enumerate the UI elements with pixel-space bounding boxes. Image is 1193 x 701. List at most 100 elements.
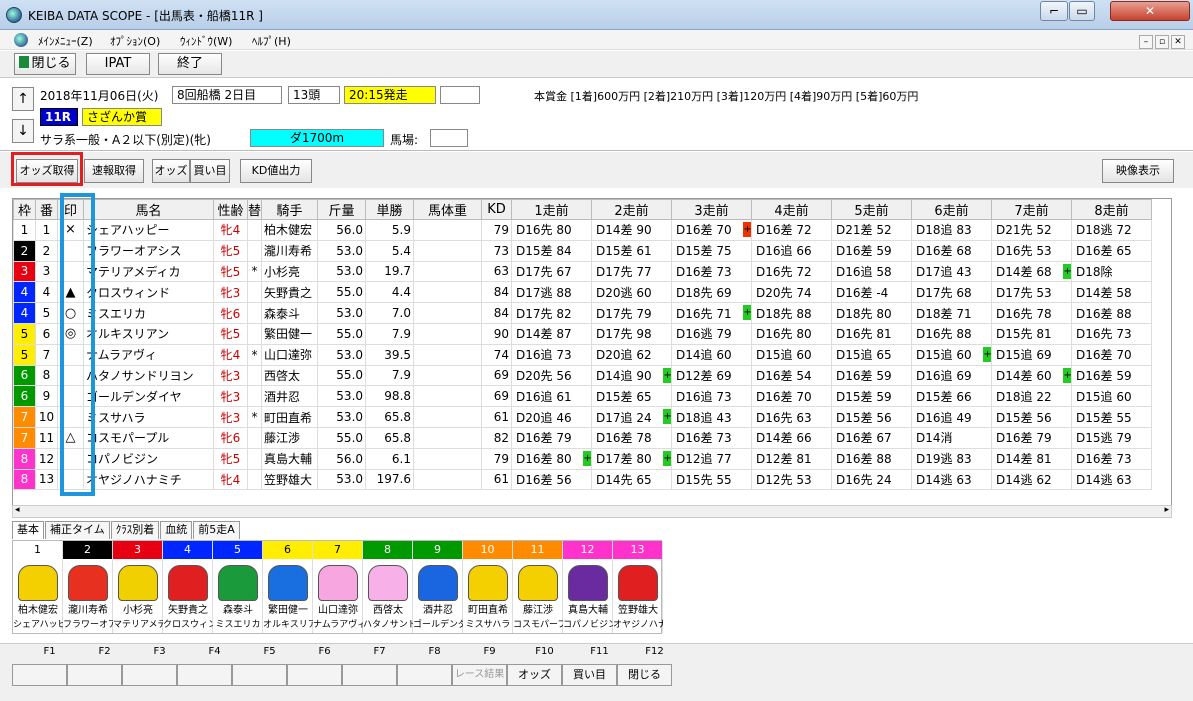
fkey-button[interactable]: 閉じる xyxy=(617,664,672,686)
table-row[interactable]: 7 10 ミスサハラ 牝3 * 町田直希 53.0 65.8 61 D20追 46 D17追 24 +… xyxy=(13,406,1153,428)
prev-race-button[interactable]: ↑ xyxy=(12,87,34,111)
silk-card[interactable]: 4 矢野貴之クロスウィンド xyxy=(163,541,213,633)
silk-card[interactable]: 9 酒井忍ゴールデンダイヤ xyxy=(413,541,463,633)
silk-card[interactable]: 8 西啓太ハタノサンドリヨン xyxy=(363,541,413,633)
mark-cell[interactable]: ▲ xyxy=(57,281,84,304)
column-header[interactable]: 馬名 xyxy=(83,199,214,220)
speed-get-button[interactable]: 速報取得 xyxy=(84,159,144,183)
tab-basic[interactable]: 基本 xyxy=(12,521,44,539)
column-header[interactable]: 枠 xyxy=(13,199,36,220)
tab-corrected-time[interactable]: 補正タイム xyxy=(45,521,110,539)
column-header[interactable]: 2走前 xyxy=(591,199,673,220)
column-header[interactable]: 斤量 xyxy=(317,199,367,220)
menu-help[interactable]: ﾍﾙﾌﾟ(H) xyxy=(252,33,291,49)
fkey-button[interactable] xyxy=(177,664,232,686)
silk-card[interactable]: 5 森泰斗 ミスエリカ xyxy=(213,541,263,633)
fkey-button[interactable] xyxy=(12,664,67,686)
mdi-close-button[interactable]: ✕ xyxy=(1171,35,1185,49)
menu-window[interactable]: ｳｨﾝﾄﾞｳ(W) xyxy=(180,33,232,49)
mark-cell[interactable] xyxy=(57,239,84,262)
ipat-button[interactable]: IPAT xyxy=(86,53,150,75)
menu-options[interactable]: ｵﾌﾟｼｮﾝ(O) xyxy=(110,33,160,49)
mark-cell[interactable]: ○ xyxy=(57,302,84,324)
fkey-button[interactable]: オッズ xyxy=(507,664,562,686)
odds-get-button[interactable]: オッズ取得 xyxy=(16,159,78,183)
past-run-text: D17逃 88 xyxy=(516,285,572,300)
mark-cell[interactable]: ◎ xyxy=(57,322,84,345)
table-row[interactable]: 8 12 コパノビジン 牝5 真島大輔 56.0 6.1 79 D16差 80 + D17差 80 +… xyxy=(13,447,1153,470)
fkey-button[interactable]: 買い目 xyxy=(562,664,617,686)
mdi-minimize-button[interactable]: – xyxy=(1139,35,1153,49)
kd-output-button[interactable]: KD値出力 xyxy=(240,159,312,183)
fkey-button[interactable] xyxy=(287,664,342,686)
tab-last5-a[interactable]: 前5走A xyxy=(193,521,240,539)
silk-card[interactable]: 13 笠野雄大オヤジノハナミチ xyxy=(613,541,663,633)
silk-card[interactable]: 11 藤江渉コスモパープル xyxy=(513,541,563,633)
table-row[interactable]: 5 7 ナムラアヴィ 牝4 * 山口達弥 53.0 39.5 74 D16追 73 D20追 62 D… xyxy=(13,343,1153,366)
table-row[interactable]: 4 5 ○ ミスエリカ 牝6 森泰斗 53.0 7.0 84 D17先 82 D17先 79 D16先… xyxy=(13,302,1153,324)
fkey-button[interactable] xyxy=(122,664,177,686)
fkey-button[interactable] xyxy=(232,664,287,686)
column-header[interactable]: 騎手 xyxy=(261,199,319,220)
window-close-button[interactable]: ✕ xyxy=(1110,1,1190,21)
scroll-right-icon[interactable]: ▸ xyxy=(1164,505,1169,515)
mark-cell[interactable] xyxy=(57,260,84,283)
column-header[interactable]: 1走前 xyxy=(511,199,593,220)
column-header[interactable]: 性齢 xyxy=(213,199,248,220)
mark-cell[interactable]: × xyxy=(57,219,84,241)
odds-button[interactable]: オッズ xyxy=(152,159,190,183)
mark-cell[interactable] xyxy=(57,468,84,491)
minimize-button[interactable]: ⌐ xyxy=(1040,1,1068,21)
table-row[interactable]: 4 4 ▲ クロスウィンド 牝3 矢野貴之 55.0 4.4 84 D17逃 88 D20逃 60 D… xyxy=(13,281,1153,304)
column-header[interactable]: 馬体重 xyxy=(413,199,483,220)
column-header[interactable]: 8走前 xyxy=(1071,199,1153,220)
column-header[interactable]: 印 xyxy=(57,199,84,220)
mark-cell[interactable] xyxy=(57,364,84,387)
fkey-button[interactable]: レース結果 xyxy=(452,664,507,686)
menu-main[interactable]: ﾒｲﾝﾒﾆｭｰ(Z) xyxy=(38,33,93,49)
column-header[interactable]: 番 xyxy=(35,199,58,220)
mark-cell[interactable] xyxy=(57,343,84,366)
table-row[interactable]: 8 13 オヤジノハナミチ 牝4 笠野雄大 53.0 197.6 61 D16差 56 D14先 … xyxy=(13,468,1153,491)
close-button[interactable]: 閉じる xyxy=(14,53,76,75)
maximize-button[interactable]: ▭ xyxy=(1069,1,1095,21)
column-header[interactable]: KD xyxy=(481,199,513,220)
scroll-left-icon[interactable]: ◂ xyxy=(15,505,20,515)
silk-card[interactable]: 7 山口達弥 ナムラアヴィ xyxy=(313,541,363,633)
table-row[interactable]: 2 2 フラワーオアシス 牝5 瀧川寿希 53.0 5.4 73 D15差 84 D15差 61 D… xyxy=(13,239,1153,262)
silk-card[interactable]: 6 繁田健一オルキスリアン xyxy=(263,541,313,633)
silk-card[interactable]: 2 瀧川寿希フラワーオアシス xyxy=(63,541,113,633)
column-header[interactable]: 7走前 xyxy=(991,199,1073,220)
fkey-button[interactable] xyxy=(67,664,122,686)
next-race-button[interactable]: ↓ xyxy=(12,119,34,143)
silk-card[interactable]: 3 小杉亮マテリアメディカ xyxy=(113,541,163,633)
exit-button[interactable]: 終了 xyxy=(158,53,222,75)
column-header[interactable]: 替 xyxy=(246,199,263,220)
column-header[interactable]: 3走前 xyxy=(671,199,753,220)
fkey-button[interactable] xyxy=(342,664,397,686)
table-row[interactable]: 7 11 △ コスモパープル 牝6 藤江渉 55.0 65.8 82 D16差 79 D16差 78… xyxy=(13,426,1153,449)
column-header[interactable]: 6走前 xyxy=(911,199,993,220)
table-row[interactable]: 6 8 ハタノサンドリヨン 牝3 西啓太 55.0 7.9 69 D20先 56 D14追 90 +… xyxy=(13,364,1153,387)
video-button[interactable]: 映像表示 xyxy=(1102,159,1174,183)
silk-card[interactable]: 1 柏木健宏シェアハッピー xyxy=(13,541,63,633)
tab-class-finish[interactable]: ｸﾗｽ別着 xyxy=(110,521,160,539)
table-row[interactable]: 5 6 ◎ オルキスリアン 牝5 繁田健一 55.0 7.9 90 D14差 87 D17先 98 D… xyxy=(13,322,1153,345)
buy-button[interactable]: 買い目 xyxy=(190,159,230,183)
fkey-button[interactable] xyxy=(397,664,452,686)
horizontal-scrollbar[interactable]: ◂ ▸ xyxy=(12,505,1172,518)
table-row[interactable]: 6 9 ゴールデンダイヤ 牝3 酒井忍 53.0 98.8 69 D16追 61 D15差 65 D… xyxy=(13,385,1153,408)
tab-pedigree[interactable]: 血統 xyxy=(160,521,193,539)
mark-cell[interactable] xyxy=(57,406,84,428)
column-header[interactable]: 4走前 xyxy=(751,199,833,220)
table-row[interactable]: 3 3 マテリアメディカ 牝5 * 小杉亮 53.0 19.7 63 D17先 67 D17先 77… xyxy=(13,260,1153,283)
mark-cell[interactable] xyxy=(57,385,84,408)
silk-card[interactable]: 12 真島大輔 コパノビジン xyxy=(563,541,613,633)
mdi-restore-button[interactable]: ▫ xyxy=(1155,35,1169,49)
column-header[interactable]: 単勝 xyxy=(365,199,415,220)
column-header[interactable]: 5走前 xyxy=(831,199,913,220)
mark-cell[interactable]: △ xyxy=(57,426,84,449)
silk-card[interactable]: 10 町田直希 ミスサハラ xyxy=(463,541,513,633)
table-row[interactable]: 1 1 × シェアハッピー 牝4 柏木健宏 56.0 5.9 79 D16先 80 D14差 90 D… xyxy=(13,219,1153,241)
mark-cell[interactable] xyxy=(57,447,84,470)
